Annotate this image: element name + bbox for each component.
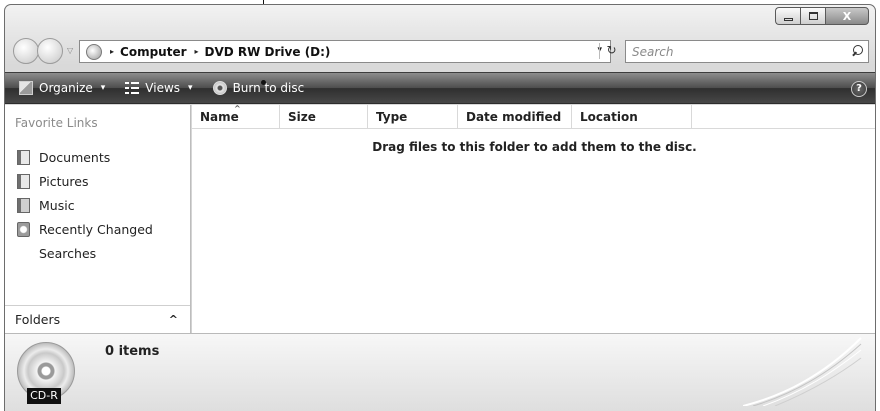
minimize-button[interactable]: [775, 7, 800, 25]
maximize-button[interactable]: [800, 7, 825, 25]
maximize-icon: [808, 12, 818, 20]
sort-ascending-icon: ^: [234, 104, 241, 113]
column-header-type[interactable]: Type: [368, 105, 458, 129]
favorite-links-heading: Favorite Links: [15, 116, 98, 130]
address-bar[interactable]: ▸ Computer ▸ DVD RW Drive (D:) ▾: [79, 40, 611, 63]
breadcrumb-separator-icon[interactable]: ▸: [195, 47, 199, 56]
sidebar-item-music[interactable]: Music: [5, 193, 190, 217]
column-header-label: Type: [376, 110, 408, 124]
file-list[interactable]: ^ Name Size Type Date modified Location …: [192, 104, 875, 333]
sidebar-item-label: Pictures: [39, 173, 89, 189]
sidebar-item-label: Searches: [39, 245, 97, 261]
sidebar-item-documents[interactable]: Documents: [5, 145, 190, 169]
disc-type-label: CD-R: [27, 388, 61, 404]
column-header-date-modified[interactable]: Date modified: [458, 105, 572, 129]
views-button[interactable]: Views ▾: [111, 73, 198, 103]
column-header-label: Size: [288, 110, 316, 124]
explorer-window: X ▽ ▸ Computer ▸ DVD RW Drive (D:) ▾ ↻ S…: [4, 4, 876, 411]
breadcrumb-dvd-drive[interactable]: DVD RW Drive (D:): [205, 45, 331, 59]
caption-buttons: X: [775, 7, 869, 25]
column-header-label: Name: [200, 110, 239, 124]
back-button[interactable]: [13, 38, 39, 64]
sidebar-item-recently-changed[interactable]: Recently Changed: [5, 217, 190, 241]
folders-bar[interactable]: Folders ^: [5, 305, 190, 333]
search-box[interactable]: Search: [625, 40, 869, 63]
callout-dot: [261, 80, 266, 85]
views-icon: [125, 81, 140, 95]
burn-to-disc-label: Burn to disc: [232, 81, 305, 95]
documents-icon: [17, 149, 30, 165]
breadcrumb-computer[interactable]: Computer: [120, 45, 186, 59]
organize-button[interactable]: Organize ▾: [5, 73, 111, 103]
folders-label: Folders: [15, 312, 61, 327]
recently-changed-icon: [17, 221, 30, 237]
burn-disc-icon: [212, 81, 227, 95]
sidebar-item-searches[interactable]: Searches: [5, 241, 642, 265]
search-input[interactable]: Search: [632, 45, 848, 59]
sidebar-item-label: Recently Changed: [39, 221, 153, 237]
minimize-icon: [783, 17, 793, 21]
chevron-down-icon: ▾: [188, 83, 193, 93]
column-headers: ^ Name Size Type Date modified Location: [192, 104, 875, 129]
close-button[interactable]: X: [825, 7, 869, 25]
column-header-name[interactable]: ^ Name: [192, 104, 280, 129]
burn-to-disc-button[interactable]: Burn to disc: [199, 73, 311, 103]
recent-pages-dropdown-icon[interactable]: ▽: [67, 46, 73, 55]
empty-folder-message: Drag files to this folder to add them to…: [372, 140, 697, 154]
breadcrumb-separator-icon[interactable]: ▸: [110, 47, 114, 56]
chevron-down-icon: ▾: [100, 83, 106, 93]
navigation-row: ▽ ▸ Computer ▸ DVD RW Drive (D:) ▾ ↻ Sea…: [13, 37, 869, 65]
favorite-links-list: Documents Pictures Music Recently Change…: [5, 145, 642, 265]
search-icon[interactable]: [848, 42, 868, 62]
decorative-swoosh: [743, 337, 862, 406]
command-bar: Organize ▾ Views ▾ Burn to disc ?: [5, 72, 875, 104]
help-icon[interactable]: ?: [851, 81, 867, 97]
sidebar-item-pictures[interactable]: Pictures: [5, 169, 190, 193]
column-header-label: Location: [580, 110, 638, 124]
sidebar-item-label: Documents: [39, 149, 111, 165]
refresh-icon[interactable]: ↻: [599, 43, 623, 59]
item-count: 0 items: [105, 344, 160, 359]
pictures-icon: [17, 173, 30, 189]
sidebar-item-label: Music: [39, 197, 75, 213]
navigation-pane: Favorite Links Documents Pictures Music …: [5, 105, 642, 333]
column-header-label: Date modified: [466, 110, 562, 124]
organize-label: Organize: [39, 81, 93, 95]
column-header-size[interactable]: Size: [280, 105, 368, 129]
forward-button[interactable]: [37, 38, 63, 64]
details-pane: CD-R 0 items: [5, 333, 875, 411]
views-label: Views: [145, 81, 181, 95]
organize-icon: [19, 81, 33, 95]
column-header-location[interactable]: Location: [572, 105, 692, 129]
computer-icon: [86, 43, 102, 60]
music-icon: [17, 197, 30, 213]
chevron-up-icon[interactable]: ^: [169, 313, 178, 326]
